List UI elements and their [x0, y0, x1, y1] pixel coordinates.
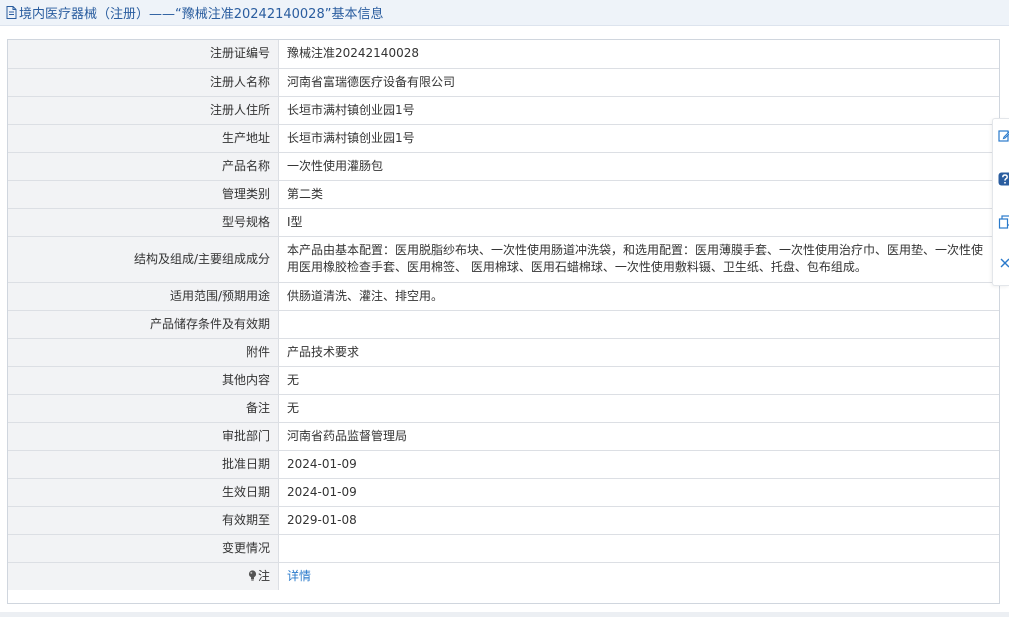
- help-icon[interactable]: [998, 172, 1009, 186]
- row-value: [278, 309, 999, 339]
- row-label: 注: [257, 568, 270, 583]
- table-row-registration-number: 注册证编号 豫械注准20242140028: [8, 40, 999, 69]
- row-value: 2024-01-09: [278, 449, 999, 479]
- row-value: 本产品由基本配置：医用脱脂纱布块、一次性使用肠道冲洗袋，和选用配置：医用薄膜手套…: [278, 235, 999, 283]
- table-row-change-history: 变更情况: [8, 533, 999, 563]
- row-label: 生产地址: [8, 123, 279, 153]
- row-label: 产品储存条件及有效期: [8, 309, 279, 339]
- lightbulb-icon: [248, 570, 257, 581]
- device-info-table: 注册证编号 豫械注准20242140028 注册人名称 河南省富瑞德医疗设备有限…: [8, 40, 999, 590]
- info-table-frame: 注册证编号 豫械注准20242140028 注册人名称 河南省富瑞德医疗设备有限…: [7, 39, 1000, 604]
- table-row-valid-until: 有效期至 2029-01-08: [8, 505, 999, 535]
- table-row-production-address: 生产地址 长垣市满村镇创业园1号: [8, 123, 999, 153]
- row-label: 附件: [8, 337, 279, 367]
- details-link[interactable]: 详情: [287, 569, 311, 583]
- table-row-registrant-name: 注册人名称 河南省富瑞德医疗设备有限公司: [8, 67, 999, 97]
- row-value: 长垣市满村镇创业园1号: [278, 123, 999, 153]
- document-icon: [6, 6, 17, 19]
- row-label: 管理类别: [8, 179, 279, 209]
- close-icon[interactable]: [998, 256, 1009, 270]
- row-label: 型号规格: [8, 207, 279, 237]
- page-title-bar: 境内医疗器械（注册）——“豫械注准20242140028”基本信息: [0, 0, 1009, 26]
- copy-icon[interactable]: [998, 215, 1009, 229]
- row-label: 备注: [8, 393, 279, 423]
- edit-icon[interactable]: [998, 129, 1009, 143]
- table-row-intended-use: 适用范围/预期用途 供肠道清洗、灌注、排空用。: [8, 281, 999, 311]
- table-row-other-content: 其他内容 无: [8, 365, 999, 395]
- table-row-product-name: 产品名称 一次性使用灌肠包: [8, 151, 999, 181]
- row-label: 批准日期: [8, 449, 279, 479]
- row-value: 2029-01-08: [278, 505, 999, 535]
- row-label-note: 注: [8, 561, 279, 590]
- row-label: 注册人住所: [8, 95, 279, 125]
- table-row-note: 注 详情: [8, 561, 999, 590]
- row-label: 适用范围/预期用途: [8, 281, 279, 311]
- page-title: 境内医疗器械（注册）——“豫械注准20242140028”基本信息: [19, 7, 384, 22]
- table-row-remarks: 备注 无: [8, 393, 999, 423]
- row-value: 无: [278, 393, 999, 423]
- table-row-attachment: 附件 产品技术要求: [8, 337, 999, 367]
- row-label: 变更情况: [8, 533, 279, 563]
- row-value: 产品技术要求: [278, 337, 999, 367]
- row-value: 长垣市满村镇创业园1号: [278, 95, 999, 125]
- table-row-storage-conditions: 产品储存条件及有效期: [8, 309, 999, 339]
- row-value: 供肠道清洗、灌注、排空用。: [278, 281, 999, 311]
- row-label: 结构及组成/主要组成成分: [8, 235, 279, 283]
- side-toolbar: [992, 118, 1009, 286]
- table-row-model-spec: 型号规格 I型: [8, 207, 999, 237]
- table-row-registrant-address: 注册人住所 长垣市满村镇创业园1号: [8, 95, 999, 125]
- row-value: I型: [278, 207, 999, 237]
- row-label: 注册人名称: [8, 67, 279, 97]
- row-label: 注册证编号: [8, 40, 279, 69]
- row-value: 第二类: [278, 179, 999, 209]
- row-value: 河南省药品监督管理局: [278, 421, 999, 451]
- row-label: 其他内容: [8, 365, 279, 395]
- row-label: 生效日期: [8, 477, 279, 507]
- row-value: 2024-01-09: [278, 477, 999, 507]
- row-label: 产品名称: [8, 151, 279, 181]
- table-row-structure-composition: 结构及组成/主要组成成分 本产品由基本配置：医用脱脂纱布块、一次性使用肠道冲洗袋…: [8, 235, 999, 283]
- table-row-approval-date: 批准日期 2024-01-09: [8, 449, 999, 479]
- row-value: 无: [278, 365, 999, 395]
- row-label: 有效期至: [8, 505, 279, 535]
- row-value: 一次性使用灌肠包: [278, 151, 999, 181]
- table-row-management-class: 管理类别 第二类: [8, 179, 999, 209]
- table-row-approval-department: 审批部门 河南省药品监督管理局: [8, 421, 999, 451]
- row-value: 河南省富瑞德医疗设备有限公司: [278, 67, 999, 97]
- row-value: 详情: [278, 561, 999, 590]
- bottom-divider: [0, 612, 1009, 617]
- row-value: 豫械注准20242140028: [278, 40, 999, 69]
- row-label: 审批部门: [8, 421, 279, 451]
- row-value: [278, 533, 999, 563]
- table-row-effective-date: 生效日期 2024-01-09: [8, 477, 999, 507]
